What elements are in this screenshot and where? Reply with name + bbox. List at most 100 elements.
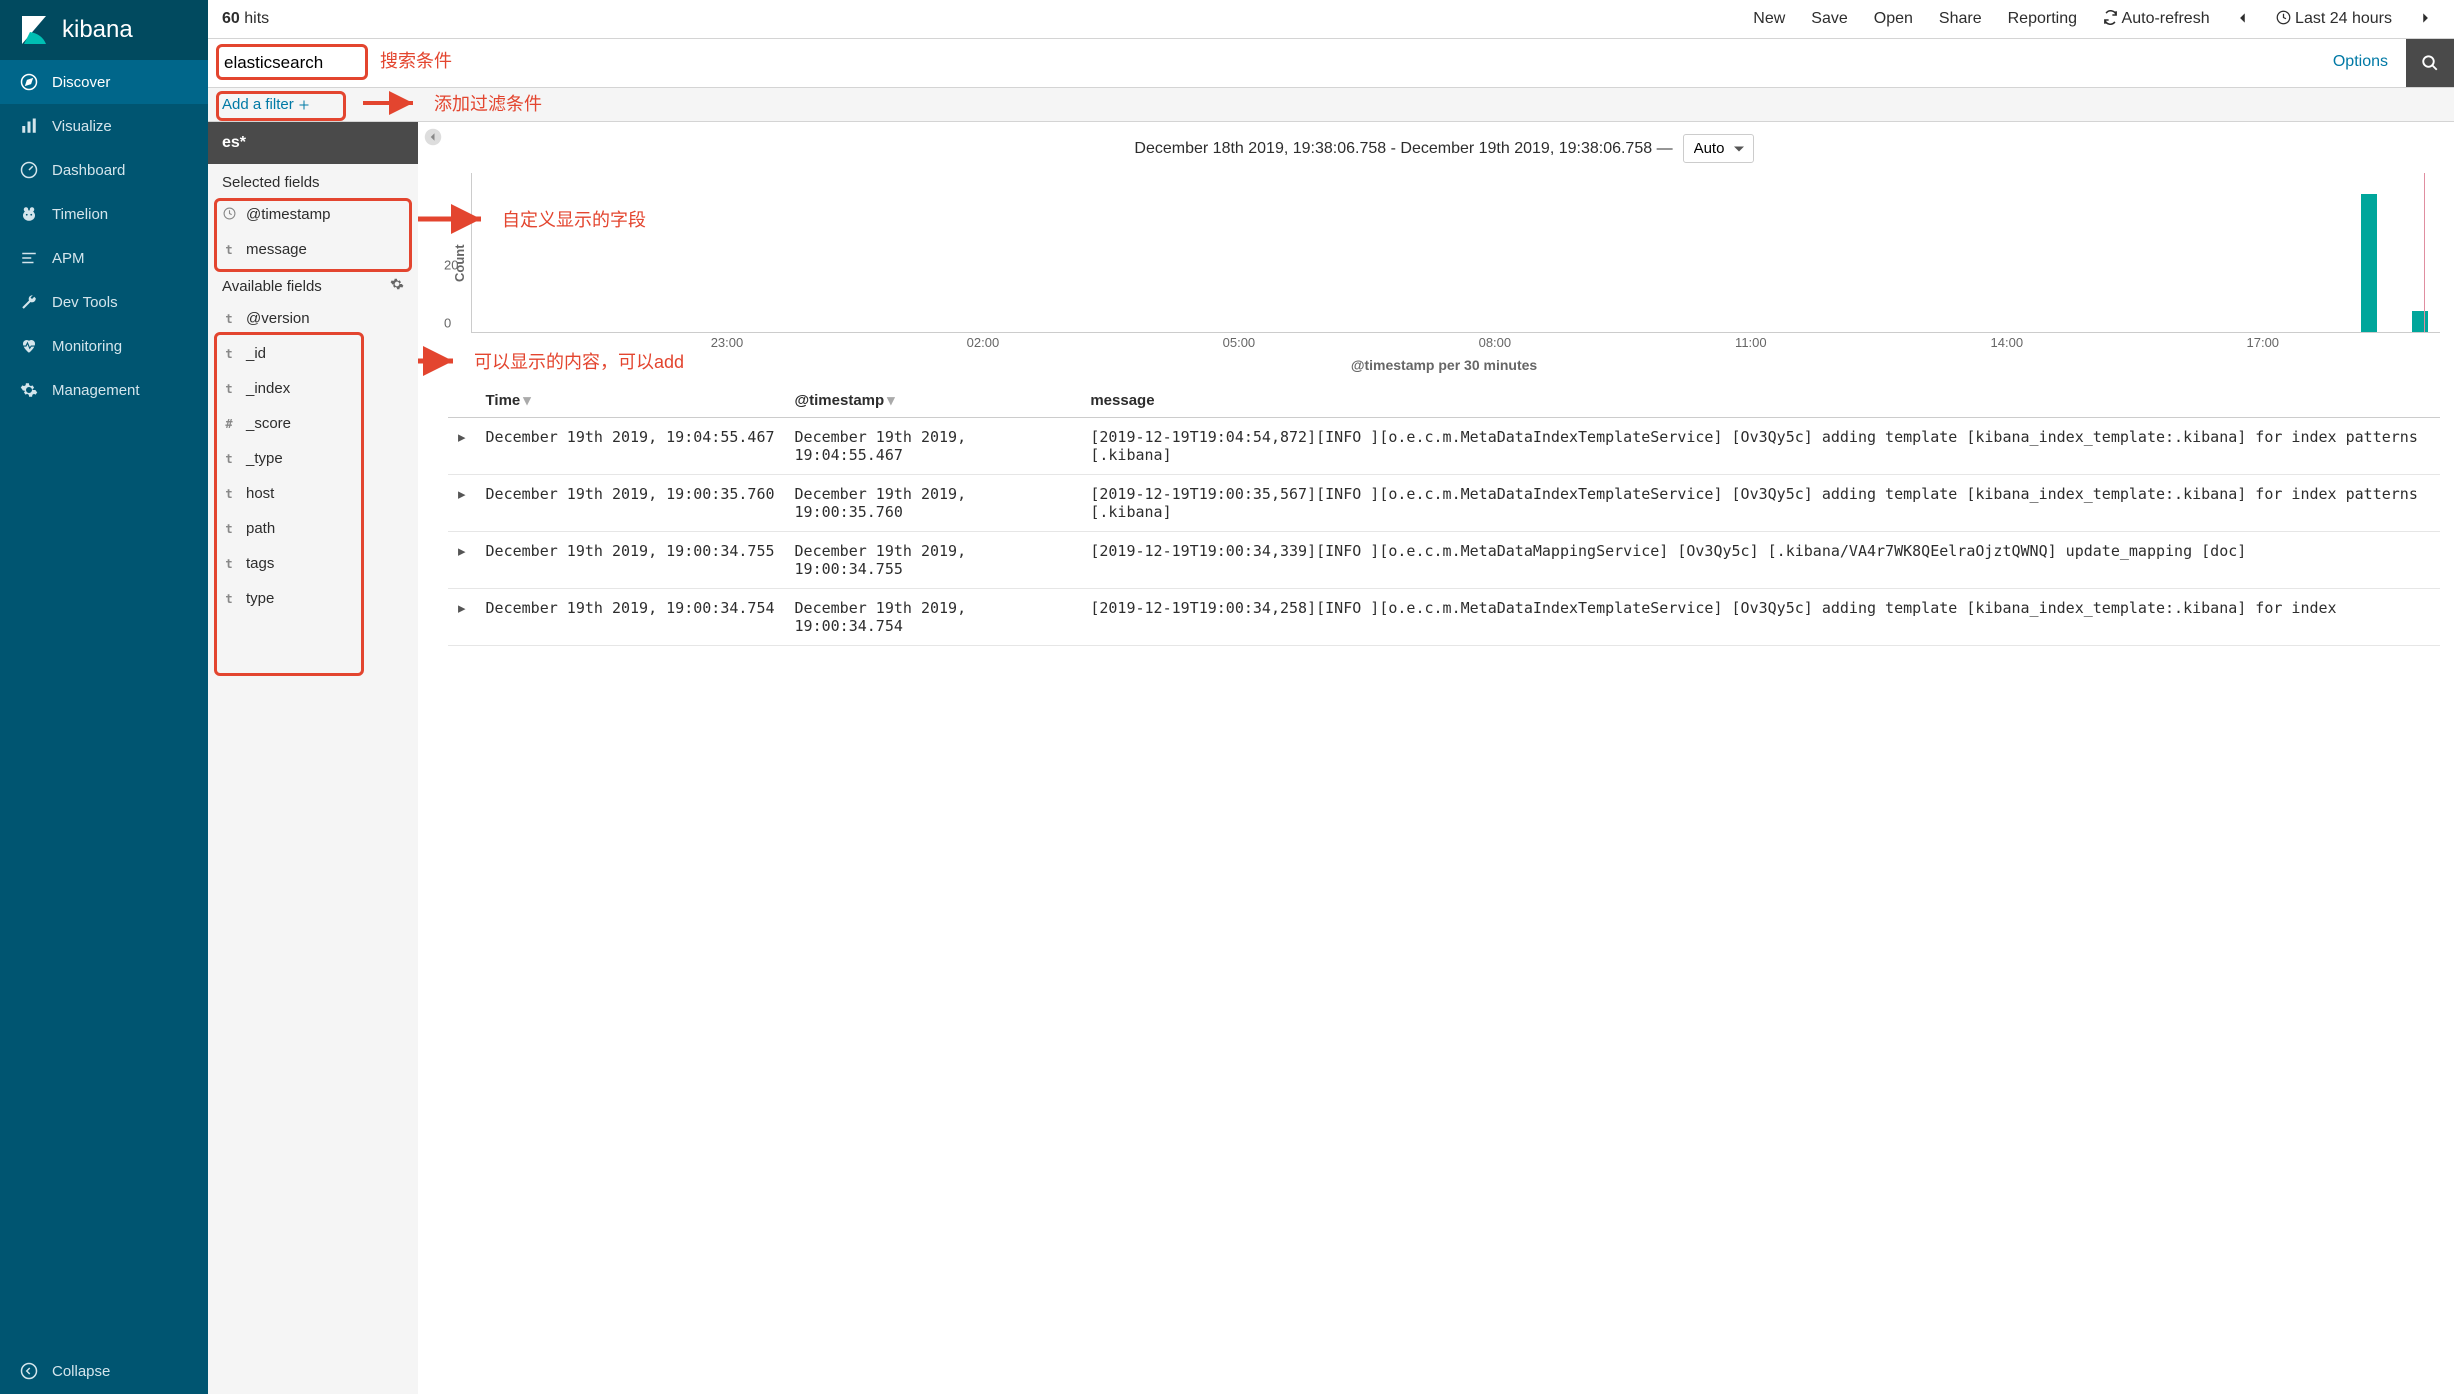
available-fields-header: Available fields	[208, 267, 418, 301]
annotation-filter: 添加过滤条件	[358, 88, 542, 118]
nav-timelion[interactable]: Timelion	[0, 192, 208, 236]
interval-select[interactable]: Auto	[1683, 134, 1754, 163]
field-type-icon: t	[222, 557, 236, 571]
topbar-share[interactable]: Share	[1931, 6, 1990, 32]
cell-time: December 19th 2019, 19:00:34.755	[476, 532, 785, 589]
hits-count: 60 hits	[222, 10, 269, 28]
histogram-bar[interactable]	[2361, 194, 2377, 332]
field-type-icon: t	[222, 487, 236, 501]
gauge-icon	[20, 161, 38, 179]
histogram-bar[interactable]	[2412, 311, 2428, 332]
field-item[interactable]: t message	[208, 232, 418, 267]
table-row: ▸December 19th 2019, 19:00:35.760Decembe…	[448, 475, 2440, 532]
histogram-chart[interactable]: Count 0 20 23:0002:0005:0008:0011:0014:0…	[448, 173, 2440, 353]
search-input[interactable]	[220, 47, 2303, 79]
topbar-time-range[interactable]: Last 24 hours	[2268, 6, 2400, 32]
field-type-icon: t	[222, 522, 236, 536]
date-range-text: December 18th 2019, 19:38:06.758 - Decem…	[1134, 140, 1672, 158]
collapse-panel-button[interactable]	[424, 128, 442, 149]
compass-icon	[20, 73, 38, 91]
expand-row-button[interactable]: ▸	[448, 475, 476, 532]
field-type-icon: t	[222, 382, 236, 396]
nav-dashboard[interactable]: Dashboard	[0, 148, 208, 192]
nav-monitoring[interactable]: Monitoring	[0, 324, 208, 368]
nav-discover[interactable]: Discover	[0, 60, 208, 104]
field-name: path	[246, 520, 275, 537]
field-item[interactable]: t_type	[208, 441, 418, 476]
field-name: host	[246, 485, 274, 502]
nav-visualize[interactable]: Visualize	[0, 104, 208, 148]
gear-icon	[390, 277, 404, 291]
chart-now-line	[2424, 173, 2425, 332]
cell-message: [2019-12-19T19:04:54,872][INFO ][o.e.c.m…	[1080, 418, 2440, 475]
sort-icon: ▾	[523, 392, 531, 409]
field-item[interactable]: t@version	[208, 301, 418, 336]
nav-label: Dev Tools	[52, 294, 118, 311]
chart-xlabel: @timestamp per 30 minutes	[448, 353, 2440, 383]
field-item[interactable]: @timestamp	[208, 197, 418, 232]
apm-icon	[20, 249, 38, 267]
topbar-time-next[interactable]	[2410, 6, 2440, 32]
field-item[interactable]: ttype	[208, 581, 418, 616]
fields-settings-button[interactable]	[390, 277, 404, 295]
sort-icon: ▾	[887, 392, 895, 409]
circle-chevron-left-icon	[424, 128, 442, 146]
expand-row-button[interactable]: ▸	[448, 418, 476, 475]
topbar-open[interactable]: Open	[1866, 6, 1921, 32]
topbar-auto-refresh[interactable]: Auto-refresh	[2095, 6, 2218, 32]
field-name: _type	[246, 450, 283, 467]
field-item[interactable]: t_id	[208, 336, 418, 371]
search-options[interactable]: Options	[2315, 39, 2406, 87]
cell-message: [2019-12-19T19:00:34,339][INFO ][o.e.c.m…	[1080, 532, 2440, 589]
index-pattern-selector[interactable]: es*	[208, 122, 418, 164]
field-type-icon: t	[222, 592, 236, 606]
chevron-right-icon	[2418, 11, 2432, 25]
cell-message: [2019-12-19T19:00:35,567][INFO ][o.e.c.m…	[1080, 475, 2440, 532]
expand-row-button[interactable]: ▸	[448, 589, 476, 646]
col-time[interactable]: Time▾	[476, 383, 785, 418]
expand-row-button[interactable]: ▸	[448, 532, 476, 589]
topbar-time-prev[interactable]	[2228, 6, 2258, 32]
col-timestamp[interactable]: @timestamp▾	[785, 383, 1081, 418]
cell-message: [2019-12-19T19:00:34,258][INFO ][o.e.c.m…	[1080, 589, 2440, 646]
topbar-reporting[interactable]: Reporting	[2000, 6, 2085, 32]
gear-icon	[20, 381, 38, 399]
field-item[interactable]: thost	[208, 476, 418, 511]
field-name: tags	[246, 555, 274, 572]
nav-label: Monitoring	[52, 338, 122, 355]
topbar-save[interactable]: Save	[1803, 6, 1855, 32]
field-name: @version	[246, 310, 310, 327]
clock-icon	[222, 207, 236, 223]
nav-apm[interactable]: APM	[0, 236, 208, 280]
nav-management[interactable]: Management	[0, 368, 208, 412]
cell-timestamp: December 19th 2019, 19:04:55.467	[785, 418, 1081, 475]
wrench-icon	[20, 293, 38, 311]
cell-timestamp: December 19th 2019, 19:00:35.760	[785, 475, 1081, 532]
main-area: 60 hits New Save Open Share Reporting Au…	[208, 0, 2454, 1394]
col-message[interactable]: message	[1080, 383, 2440, 418]
nav-devtools[interactable]: Dev Tools	[0, 280, 208, 324]
collapse-icon	[20, 1362, 38, 1380]
field-name: @timestamp	[246, 206, 330, 223]
arrow-icon	[358, 88, 428, 118]
field-item[interactable]: tpath	[208, 511, 418, 546]
nav-label: Timelion	[52, 206, 108, 223]
date-range-row: December 18th 2019, 19:38:06.758 - Decem…	[448, 130, 2440, 173]
topbar-new[interactable]: New	[1745, 6, 1793, 32]
field-name: type	[246, 590, 274, 607]
field-name: _index	[246, 380, 290, 397]
chart-xtick: 02:00	[967, 335, 1000, 350]
search-button[interactable]	[2406, 39, 2454, 87]
table-row: ▸December 19th 2019, 19:00:34.754Decembe…	[448, 589, 2440, 646]
add-filter-button[interactable]: Add a filter	[222, 96, 310, 113]
kibana-logo-icon	[18, 14, 50, 46]
logo[interactable]: kibana	[0, 0, 208, 60]
field-item[interactable]: t _index	[208, 371, 418, 406]
cell-timestamp: December 19th 2019, 19:00:34.754	[785, 589, 1081, 646]
field-item[interactable]: ttags	[208, 546, 418, 581]
plus-icon	[298, 99, 310, 111]
field-item[interactable]: #_score	[208, 406, 418, 441]
clock-icon	[2276, 10, 2291, 25]
collapse-button[interactable]: Collapse	[0, 1348, 208, 1394]
heartbeat-icon	[20, 337, 38, 355]
